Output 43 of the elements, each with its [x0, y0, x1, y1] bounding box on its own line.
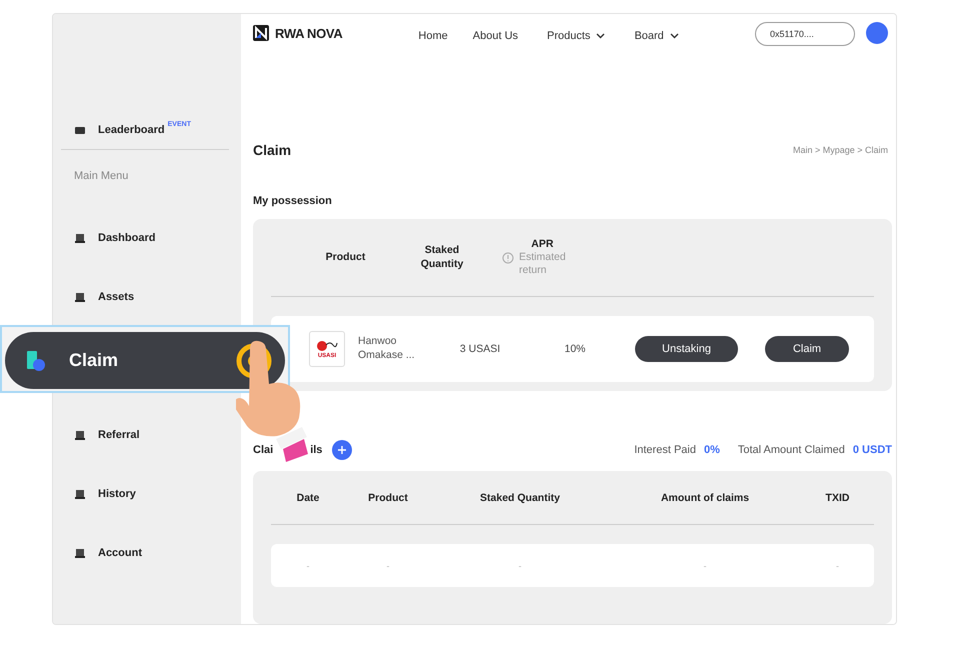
breadcrumb: Main > Mypage > Claim	[792, 145, 888, 155]
section-title: Clai	[253, 444, 274, 456]
column-header: Staked Quantity	[479, 492, 561, 504]
nav-link[interactable]: Board	[634, 30, 679, 42]
page-title: Claim	[253, 142, 292, 158]
column-header: TXID	[824, 492, 850, 504]
column-header: Amount of claims	[660, 492, 750, 504]
sidebar-item[interactable]: Leaderboard	[98, 124, 165, 136]
section-title: My possession	[253, 195, 333, 207]
action-button[interactable]: Claim	[765, 336, 849, 362]
menu-heading: Main Menu	[73, 170, 130, 182]
stat-value: 0 USDT	[852, 444, 892, 456]
table-cell-text: -	[702, 560, 708, 570]
sidebar-item[interactable]: History	[98, 488, 136, 500]
table-cell-text: -	[386, 560, 390, 570]
table-cell-text: -	[518, 560, 522, 570]
wallet-button[interactable]: 0x51170....	[755, 22, 855, 46]
nav-link[interactable]: Home	[418, 30, 448, 42]
nav-link[interactable]: Products	[547, 30, 606, 42]
table-cell-text: -	[306, 560, 310, 570]
column-header: Staked Quantity	[420, 244, 464, 271]
action-button[interactable]: Unstaking	[635, 336, 738, 362]
stat-label: Total Amount Claimed	[738, 444, 845, 456]
table-cell-text: 10%	[563, 343, 586, 355]
table-cell-text: Hanwoo Omakase ...	[357, 335, 416, 363]
stat-label: Interest Paid	[634, 444, 696, 456]
menu-item-highlight[interactable]: Claim	[5, 332, 285, 389]
column-header: APR	[530, 238, 554, 251]
stat-value: 0%	[704, 444, 720, 456]
sidebar-item[interactable]: Dashboard	[98, 232, 156, 244]
section-title: ils	[310, 444, 322, 456]
table-cell-text: -	[835, 560, 840, 570]
table-cell-text: 3 USASI	[458, 343, 502, 355]
sidebar-item[interactable]: Referral	[98, 429, 140, 441]
menu-item-label: Claim	[69, 350, 118, 371]
column-header: Product	[367, 492, 409, 504]
column-note: Estimated return	[519, 250, 566, 278]
nav-link[interactable]: About Us	[472, 30, 518, 42]
sidebar-item[interactable]: Account	[98, 547, 142, 559]
column-header: Date	[296, 492, 320, 504]
sidebar-item[interactable]: Assets	[98, 291, 134, 303]
logo-text: RWA NOVA	[275, 26, 342, 40]
column-header: Product	[324, 250, 366, 264]
